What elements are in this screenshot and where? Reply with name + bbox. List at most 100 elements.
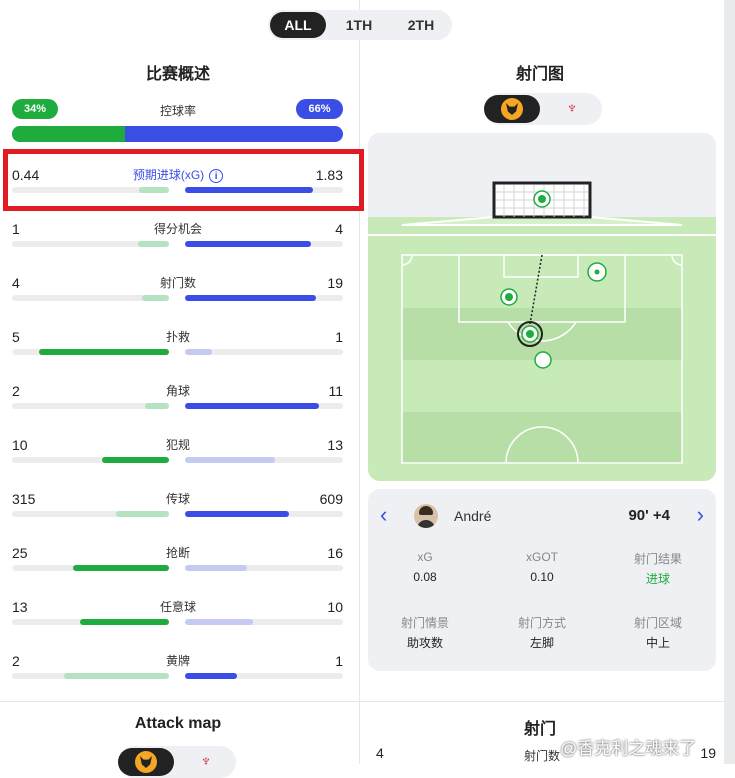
stat-home-value: 0.44 <box>12 167 40 183</box>
shots-home-value: 4 <box>376 745 384 761</box>
stat-label: 黄牌 <box>110 654 246 668</box>
column-divider <box>359 0 360 764</box>
stat-label-text: 预期进球(xG) <box>132 168 205 182</box>
stat-label: 得分机会 <box>110 222 246 236</box>
stat-label-text: 得分机会 <box>153 222 202 236</box>
stat-row: 4 射门数 19 <box>0 275 359 329</box>
stat-label-text: 黄牌 <box>165 654 190 668</box>
stat-row: 315 传球 609 <box>0 491 359 545</box>
stat-label: 扑救 <box>110 330 246 344</box>
stat-label: 犯规 <box>110 438 246 452</box>
stat-away-fill <box>185 673 238 679</box>
pitch-stripe <box>402 412 682 464</box>
possession-home-fill <box>12 126 125 142</box>
stat-away-value: 16 <box>327 545 343 561</box>
stat-away-track <box>185 403 343 409</box>
team-toggle-liverpool[interactable]: ♆ <box>544 95 600 123</box>
attack-team-toggle-liverpool[interactable]: ♆ <box>178 748 234 776</box>
shot-result-label: 射门结果 <box>633 552 682 566</box>
shot-zone-value: 中上 <box>645 636 670 650</box>
stat-label-text: 角球 <box>165 384 190 398</box>
stat-away-track <box>185 673 343 679</box>
scrollbar-track[interactable] <box>724 0 735 764</box>
player-name: André <box>454 508 492 524</box>
stat-away-value: 19 <box>327 275 343 291</box>
player-avatar <box>414 504 438 528</box>
team-toggle-wolves[interactable] <box>484 95 540 123</box>
stat-label: 抢断 <box>110 546 246 560</box>
shotmap-title: 射门图 <box>515 66 564 83</box>
stat-home-track <box>12 673 169 679</box>
stat-away-track <box>185 349 343 355</box>
tab-all[interactable]: ALL <box>270 12 326 38</box>
stat-home-fill <box>145 403 169 409</box>
stat-away-value: 11 <box>328 383 343 399</box>
stat-label-text: 扑救 <box>165 330 190 344</box>
stat-label-text: 传球 <box>165 492 190 506</box>
xg-value: 0.08 <box>413 570 437 584</box>
tab-first-half[interactable]: 1TH <box>332 12 386 38</box>
shot-marker-on-target[interactable] <box>587 262 607 282</box>
stat-away-fill <box>185 241 312 247</box>
next-shot-arrow-icon[interactable]: › <box>697 504 704 526</box>
stat-home-fill <box>142 295 169 301</box>
stat-home-fill <box>139 187 169 193</box>
stat-away-track <box>185 241 343 247</box>
stat-home-value: 4 <box>12 275 20 291</box>
stat-away-value: 1.83 <box>315 167 343 183</box>
shot-marker-selected[interactable] <box>517 321 543 347</box>
shot-marker-goal[interactable] <box>500 288 518 306</box>
wolves-badge-icon <box>501 98 523 120</box>
info-icon[interactable]: i <box>209 168 224 183</box>
stat-away-fill <box>185 349 212 355</box>
overview-title: 比赛概述 <box>145 66 210 83</box>
stat-home-track <box>12 511 169 517</box>
stat-label[interactable]: 预期进球(xG) i <box>110 168 246 183</box>
shot-type-value: 左脚 <box>529 636 554 650</box>
stat-away-track <box>185 511 343 517</box>
stat-home-value: 2 <box>12 383 20 399</box>
stat-label: 任意球 <box>110 600 246 614</box>
stat-label: 射门数 <box>110 276 246 290</box>
xgot-value: 0.10 <box>530 570 554 584</box>
stat-away-fill <box>185 511 290 517</box>
period-tabs: ALL 1TH 2TH <box>268 10 452 40</box>
goal-placement-ball[interactable] <box>533 190 551 208</box>
watermark: @香克利之魂来了 <box>560 739 697 758</box>
tab-second-half[interactable]: 2TH <box>392 12 450 38</box>
shot-situation-label: 射门情景 <box>400 616 449 630</box>
stat-label-text: 抢断 <box>165 546 190 560</box>
stat-home-fill <box>73 565 169 571</box>
xgot-label: xGOT <box>526 550 558 564</box>
stat-away-fill <box>185 565 247 571</box>
stat-away-value: 4 <box>335 221 343 237</box>
shot-marker-miss[interactable] <box>534 351 552 369</box>
stat-row: 0.44 预期进球(xG) i 1.83 <box>0 167 359 221</box>
stat-away-value: 609 <box>319 491 343 507</box>
prev-shot-arrow-icon[interactable]: ‹ <box>380 504 387 526</box>
shot-type-label: 射门方式 <box>517 616 566 630</box>
attack-team-toggle-wolves[interactable] <box>118 748 174 776</box>
stat-home-fill <box>115 511 169 517</box>
stat-label: 角球 <box>110 384 246 398</box>
shot-situation-value: 助攻数 <box>406 636 443 650</box>
stat-home-fill <box>101 457 169 463</box>
stat-home-value: 1 <box>12 221 20 237</box>
stat-away-fill <box>185 619 253 625</box>
stat-row: 13 任意球 10 <box>0 599 359 653</box>
liverpool-badge-icon: ♆ <box>566 100 578 117</box>
shot-map-pitch <box>368 133 716 481</box>
stat-home-fill <box>38 349 169 355</box>
stat-home-fill <box>137 241 169 247</box>
liverpool-badge-icon: ♆ <box>200 753 212 770</box>
stat-row: 2 黄牌 1 <box>0 653 359 707</box>
stat-label-text: 犯规 <box>165 438 190 452</box>
stat-away-track <box>185 187 343 193</box>
stat-home-track <box>12 295 169 301</box>
stat-home-track <box>12 619 169 625</box>
stat-home-track <box>12 457 169 463</box>
shot-detail-card: ‹ André 90' +4 › xG 0.08 xGOT 0.10 射门结果 … <box>368 489 716 671</box>
possession-home-badge: 34% <box>12 99 58 119</box>
stat-home-track <box>12 241 169 247</box>
stat-away-track <box>185 295 343 301</box>
